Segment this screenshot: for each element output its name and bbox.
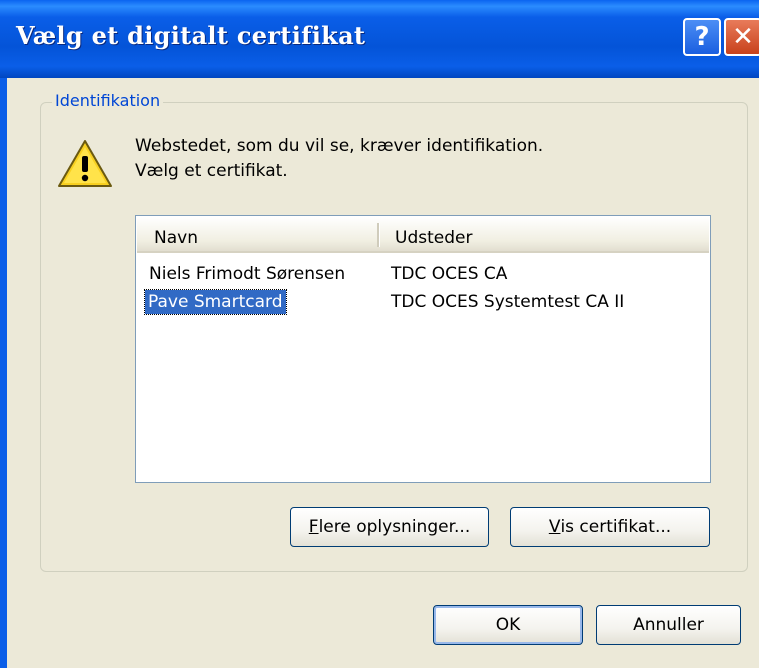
cell-navn: Pave Smartcard: [144, 289, 287, 315]
list-item-selected[interactable]: Pave Smartcard TDC OCES Systemtest CA II: [136, 289, 710, 315]
more-info-button[interactable]: Flere oplysninger...: [290, 507, 489, 547]
message-line-1: Webstedet, som du vil se, kræver identif…: [135, 136, 544, 156]
close-button[interactable]: ✕: [724, 18, 759, 56]
close-icon: ✕: [732, 22, 754, 52]
title-bar[interactable]: Vælg et digitalt certifikat ? ✕: [0, 0, 759, 78]
cell-udsteder: TDC OCES Systemtest CA II: [391, 292, 625, 312]
column-header-udsteder[interactable]: Udsteder: [395, 228, 472, 248]
column-separator[interactable]: [377, 223, 380, 247]
view-certificate-button[interactable]: Vis certifikat...: [510, 507, 710, 547]
column-header-navn[interactable]: Navn: [154, 228, 198, 248]
certificate-list[interactable]: Navn Udsteder Niels Frimodt Sørensen TDC…: [135, 215, 711, 483]
cell-udsteder: TDC OCES CA: [391, 264, 508, 284]
list-item[interactable]: Niels Frimodt Sørensen TDC OCES CA: [136, 262, 710, 286]
window-title: Vælg et digitalt certifikat: [16, 21, 366, 50]
ok-button[interactable]: OK: [433, 605, 583, 645]
message: Webstedet, som du vil se, kræver identif…: [135, 134, 543, 184]
cancel-button[interactable]: Annuller: [596, 605, 741, 645]
warning-icon: [58, 140, 112, 187]
help-button[interactable]: ?: [683, 18, 721, 56]
list-header: Navn Udsteder: [137, 217, 709, 253]
cell-navn: Niels Frimodt Sørensen: [149, 264, 346, 284]
groupbox-label: Identifikation: [52, 91, 164, 110]
help-icon: ?: [694, 22, 710, 52]
message-line-2: Vælg et certifikat.: [135, 161, 288, 181]
